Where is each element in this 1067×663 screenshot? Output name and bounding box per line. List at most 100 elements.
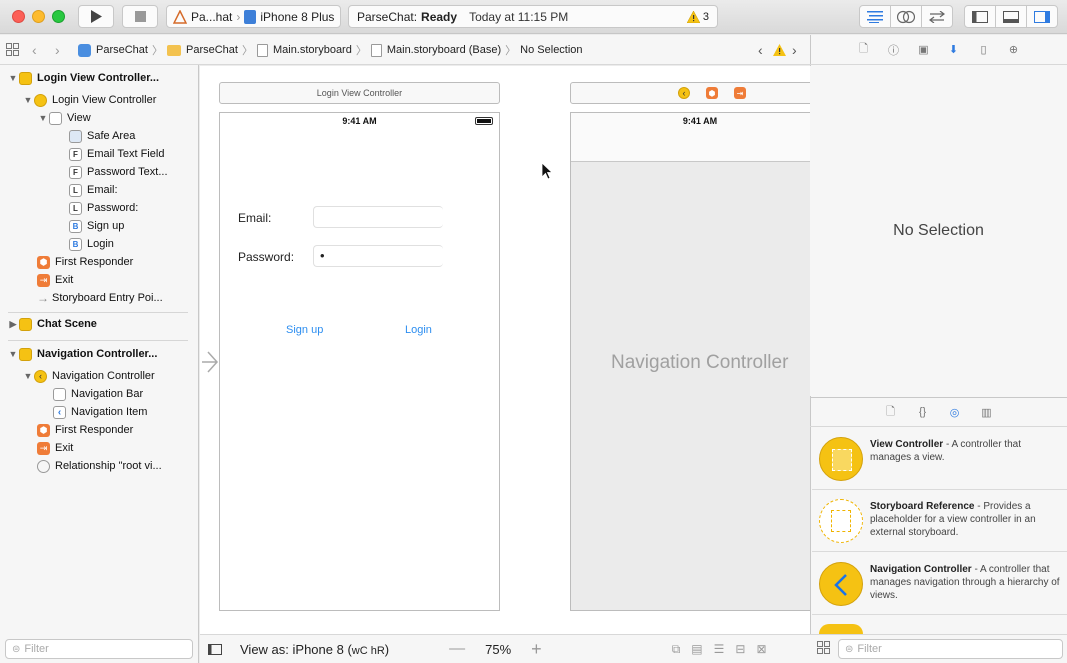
outline-relationship[interactable]: Relationship "root vi...	[37, 457, 162, 475]
outline-filter-input[interactable]: ⊜ Filter	[5, 639, 193, 659]
file-template-library-icon[interactable]: 🗋	[884, 405, 898, 419]
disclosure-down-icon[interactable]: ▼	[22, 95, 34, 105]
navigation-bar[interactable]: 9:41 AM	[571, 113, 810, 162]
first-responder-icon[interactable]: ⬢	[706, 87, 718, 99]
disclosure-down-icon[interactable]: ▼	[22, 371, 34, 381]
outline-view[interactable]: ▼ View	[37, 109, 91, 127]
outline-signup-button[interactable]: B Sign up	[69, 217, 124, 235]
disclosure-down-icon[interactable]: ▼	[7, 349, 19, 359]
outline-safe-area[interactable]: Safe Area	[69, 127, 135, 145]
disclosure-right-icon[interactable]: ▶	[7, 319, 19, 330]
outline-first-responder[interactable]: ⬢ First Responder	[37, 421, 133, 439]
battery-icon	[475, 117, 493, 125]
nav-scene-dock[interactable]: ‹ ⬢ ⇥	[570, 82, 810, 104]
outline-first-responder[interactable]: ⬢ First Responder	[37, 253, 133, 271]
outline-scene-login[interactable]: ▼ Login View Controller...	[7, 69, 159, 87]
library-view-toggle[interactable]	[817, 641, 830, 654]
close-window-button[interactable]	[12, 10, 25, 23]
quick-help-icon[interactable]: ⓘ	[887, 43, 901, 57]
version-editor-button[interactable]	[921, 5, 953, 28]
zoom-level[interactable]: 75%	[485, 642, 511, 657]
disclosure-down-icon[interactable]: ▼	[7, 73, 19, 83]
toggle-outline-button[interactable]	[208, 643, 222, 655]
filter-icon: ⊜	[845, 643, 854, 655]
login-scene-view[interactable]: 9:41 AM Email: Password: • Sign up Login	[219, 112, 500, 611]
minimize-window-button[interactable]	[32, 10, 45, 23]
outline-entry-point[interactable]: → Storyboard Entry Poi...	[37, 289, 163, 307]
size-inspector-icon[interactable]: ▯	[977, 43, 991, 57]
chevron-right-icon: ›	[55, 42, 60, 58]
toggle-debug-area-button[interactable]	[995, 5, 1027, 28]
breadcrumb-group[interactable]: ParseChat	[186, 44, 238, 56]
scheme-device-label: iPhone 8 Plus	[260, 9, 335, 24]
password-label[interactable]: Password:	[238, 250, 294, 264]
breadcrumb-project[interactable]: ParseChat	[96, 44, 148, 56]
inspector-tabs: 🗋 ⓘ ▣ ⬇ ▯ ⊕	[810, 35, 1067, 65]
previous-issue-button[interactable]: ‹	[758, 41, 763, 59]
outline-login-vc[interactable]: ▼ Login View Controller	[22, 91, 156, 109]
breadcrumb-selection[interactable]: No Selection	[520, 44, 582, 56]
media-library-icon[interactable]: ▥	[980, 405, 994, 419]
scheme-selector[interactable]: Pa...hat › iPhone 8 Plus	[166, 5, 341, 28]
toggle-utilities-button[interactable]	[1026, 5, 1058, 28]
issue-warning-button[interactable]	[773, 41, 786, 59]
signup-button[interactable]: Sign up	[286, 324, 323, 336]
back-button[interactable]: ‹	[32, 41, 37, 59]
standard-editor-button[interactable]	[859, 5, 891, 28]
library-item-view-controller[interactable]: View Controller - A controller that mana…	[812, 428, 1067, 490]
outline-exit[interactable]: ⇥ Exit	[37, 439, 73, 457]
resolve-icon[interactable]: ⊠	[756, 642, 766, 657]
breadcrumb-file[interactable]: Main.storyboard	[273, 44, 352, 56]
embed-in-icon[interactable]: ⧉	[672, 642, 681, 657]
attributes-inspector-icon[interactable]: ⬇	[947, 43, 961, 57]
login-scene-dock[interactable]: Login View Controller	[219, 82, 500, 104]
stack-icon[interactable]: ▤	[691, 642, 702, 657]
file-inspector-icon[interactable]: 🗋	[857, 43, 871, 57]
view-as-button[interactable]: View as: iPhone 8 (wC hR)	[240, 642, 389, 657]
run-button[interactable]	[78, 5, 114, 28]
entry-point-arrow-icon[interactable]	[200, 348, 220, 376]
outline-exit[interactable]: ⇥ Exit	[37, 271, 73, 289]
library-filter-input[interactable]: ⊜ Filter	[838, 639, 1063, 659]
object-library-icon[interactable]: ◎	[948, 405, 962, 419]
password-text-field[interactable]: •	[313, 245, 443, 267]
toggle-navigator-button[interactable]	[964, 5, 996, 28]
assistant-editor-button[interactable]	[890, 5, 922, 28]
outline-scene-chat[interactable]: ▶ Chat Scene	[7, 315, 97, 333]
zoom-in-button[interactable]: +	[531, 639, 542, 660]
grid-toggle-button[interactable]	[6, 40, 19, 58]
outline-scene-nav[interactable]: ▼ Navigation Controller...	[7, 345, 157, 363]
inspector-body: No Selection	[810, 66, 1067, 396]
outline-email-text-field[interactable]: F Email Text Field	[69, 145, 164, 163]
storyboard-canvas[interactable]: Login View Controller 9:41 AM Email: Pas…	[200, 66, 810, 634]
nav-controller-icon[interactable]: ‹	[678, 87, 690, 99]
outline-login-button[interactable]: B Login	[69, 235, 114, 253]
outline-nav-item[interactable]: ‹ Navigation Item	[53, 403, 147, 421]
zoom-window-button[interactable]	[52, 10, 65, 23]
disclosure-down-icon[interactable]: ▼	[37, 113, 49, 123]
next-issue-button[interactable]: ›	[792, 41, 797, 59]
align-icon[interactable]: ☰	[714, 642, 725, 657]
forward-button[interactable]: ›	[55, 41, 60, 59]
warning-badge[interactable]: 3	[686, 10, 709, 23]
stop-button[interactable]	[122, 5, 158, 28]
pin-icon[interactable]: ⊟	[735, 642, 745, 657]
identity-inspector-icon[interactable]: ▣	[917, 43, 931, 57]
library-item-navigation-controller[interactable]: Navigation Controller - A controller tha…	[812, 553, 1067, 615]
outline-email-label[interactable]: L Email:	[69, 181, 118, 199]
zoom-out-button[interactable]: —	[449, 640, 465, 658]
outline-nav-controller[interactable]: ▼ ‹ Navigation Controller	[22, 367, 155, 385]
nav-scene-view[interactable]: 9:41 AM Navigation Controller	[570, 112, 810, 611]
outline-password-text-field[interactable]: F Password Text...	[69, 163, 168, 181]
email-text-field[interactable]	[313, 206, 443, 228]
login-button[interactable]: Login	[405, 324, 432, 336]
outline-nav-bar[interactable]: Navigation Bar	[53, 385, 143, 403]
connections-inspector-icon[interactable]: ⊕	[1007, 43, 1021, 57]
exit-icon[interactable]: ⇥	[734, 87, 746, 99]
mouse-cursor-icon	[541, 162, 553, 180]
email-label[interactable]: Email:	[238, 211, 271, 225]
breadcrumb-localization[interactable]: Main.storyboard (Base)	[387, 44, 501, 56]
outline-password-label[interactable]: L Password:	[69, 199, 138, 217]
code-snippet-library-icon[interactable]: {}	[916, 405, 930, 419]
library-item-storyboard-reference[interactable]: Storyboard Reference - Provides a placeh…	[812, 490, 1067, 552]
